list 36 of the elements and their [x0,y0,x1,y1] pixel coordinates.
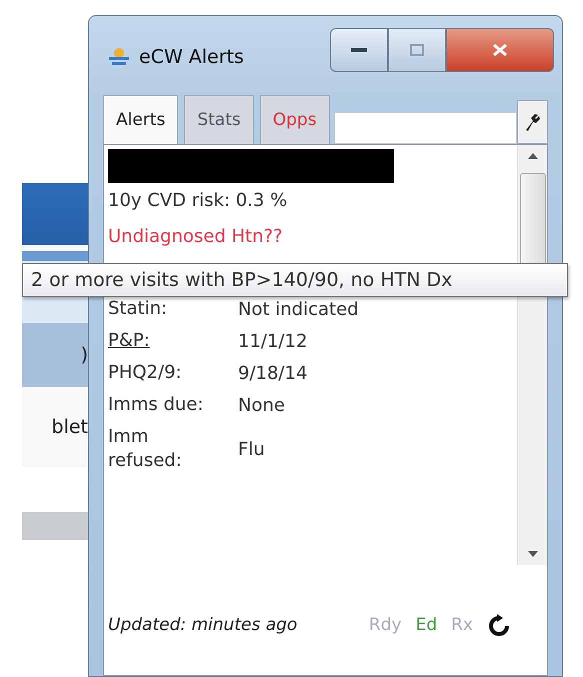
row-value: None [238,394,286,416]
status-label: Ed [416,615,438,635]
background-header-bar [22,183,88,245]
background-text: blet [52,416,88,438]
row-value: Not indicated [238,298,360,320]
row-label: Statin: [108,297,168,321]
window-title: eCW Alerts [139,46,245,68]
background-stripe [22,251,88,261]
refresh-icon[interactable] [487,612,511,638]
row-value: Flu [238,438,266,460]
maximize-icon [410,44,424,56]
scroll-down-icon [528,551,538,557]
status-label: Rdy [368,615,402,635]
minimize-button[interactable] [330,28,388,72]
scroll-up-icon [528,153,538,159]
row-value: 11/1/12 [238,330,308,352]
row-link[interactable]: P&P: [108,329,238,353]
row-label: Imms due: [108,393,204,417]
warning-text: Undiagnosed Htn?? [108,225,284,249]
alert-text: 10y CVD risk: 0.3 % [108,189,288,213]
filter-field[interactable] [334,112,517,144]
row-value: 9/18/14 [238,362,308,384]
updated-status: Updated: minutes ago [108,615,298,635]
tooltip: 2 or more visits with BP>140/90, no HTN Dx [22,263,568,297]
background-bar [22,512,88,540]
close-button[interactable] [446,28,554,72]
settings-button[interactable] [516,100,548,144]
status-label: Rx [451,615,473,635]
row-label: PHQ2/9: [108,361,183,385]
tab[interactable]: Alerts [103,95,178,144]
minimize-icon [351,47,367,53]
row-label: Imm refused: [108,425,183,473]
background-text: ) [80,344,88,366]
tab[interactable]: Stats [184,95,254,144]
close-icon [492,43,508,57]
scrollbar[interactable] [517,145,547,565]
